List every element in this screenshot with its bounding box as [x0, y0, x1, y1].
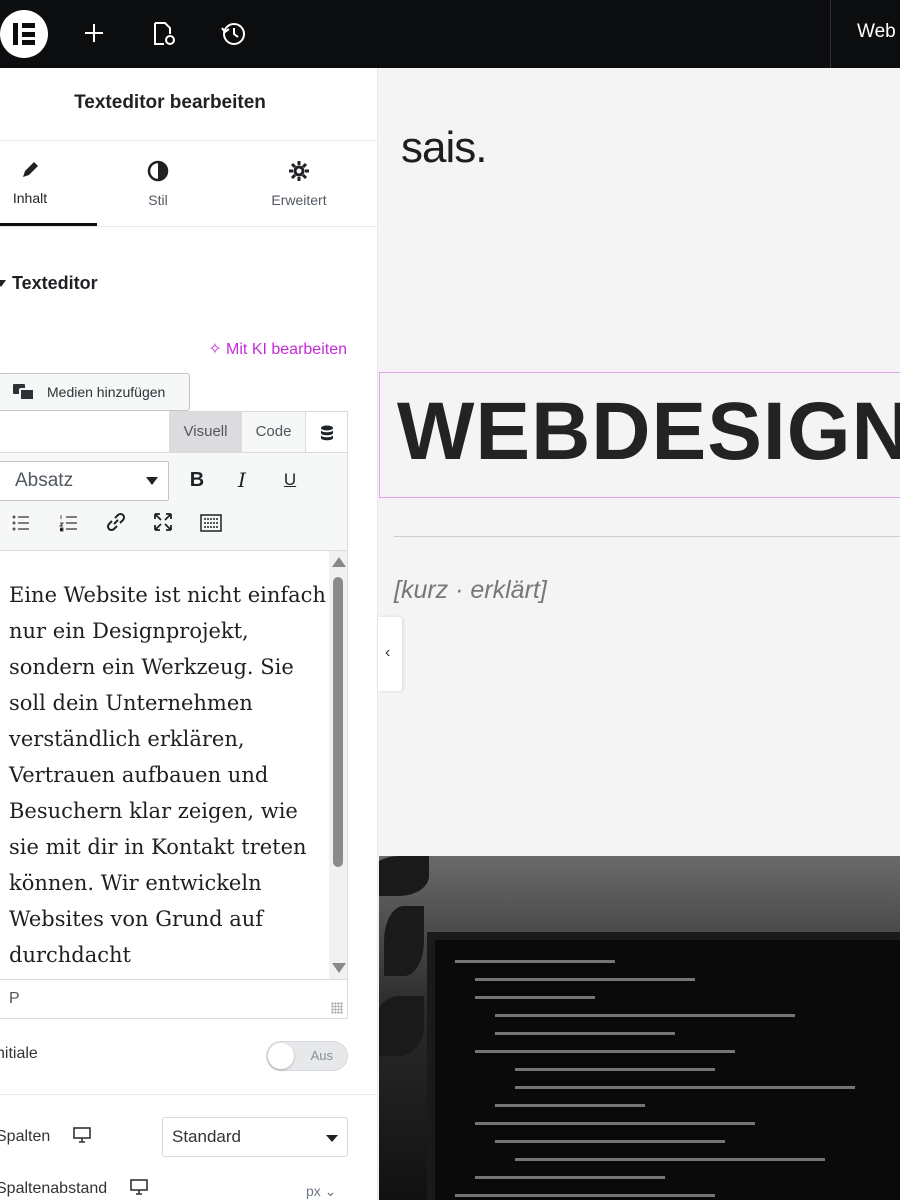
editor-scrollbar[interactable] [329, 551, 347, 979]
collapse-panel-button[interactable]: ‹ [378, 617, 402, 691]
top-bar: Web [0, 0, 900, 68]
underline-button[interactable]: U [275, 465, 305, 495]
sparkle-icon: ✧ [208, 341, 227, 358]
tab-label: Inhalt [12, 190, 48, 206]
pencil-icon [23, 162, 38, 177]
toolbar-toggle-icon[interactable] [196, 511, 226, 541]
preview-canvas: sais. WEBDESIGN [kurz · erklärt] [379, 68, 900, 1200]
editor-toolbar: Absatz B I U [0, 453, 347, 551]
media-icon [13, 384, 35, 401]
bold-button[interactable]: B [182, 465, 212, 495]
initiale-label: nitiale [0, 1045, 38, 1062]
section-texteditor[interactable]: Texteditor [0, 273, 98, 294]
link-icon[interactable] [101, 511, 131, 541]
tab-label: Erweitert [271, 192, 327, 208]
bullet-list-icon[interactable] [6, 511, 36, 541]
divider [0, 226, 377, 227]
database-icon [320, 425, 333, 441]
half-circle-icon [147, 160, 169, 182]
panel-title: Texteditor bearbeiten [74, 92, 266, 113]
scroll-down-icon[interactable] [332, 963, 346, 973]
unit-select[interactable]: px ⌄ [306, 1183, 336, 1200]
desktop-icon[interactable] [129, 1179, 148, 1195]
chevron-down-icon [326, 1135, 338, 1142]
italic-button[interactable]: I [227, 465, 257, 495]
chevron-down-icon [146, 477, 158, 485]
divider [0, 1094, 377, 1095]
editor-mode-tabs: Visuell Code [169, 411, 348, 453]
toggle-knob [268, 1043, 294, 1069]
spalten-label: Spalten [0, 1127, 91, 1146]
desktop-icon[interactable] [72, 1127, 91, 1143]
spalten-select-value: Standard [172, 1127, 241, 1146]
ai-edit-label: Mit KI bearbeiten [226, 341, 347, 358]
document-title[interactable]: Web [857, 21, 896, 43]
scroll-up-icon[interactable] [332, 557, 346, 567]
site-logo[interactable]: sais. [401, 123, 487, 173]
resize-handle[interactable] [331, 1002, 343, 1014]
format-select-value: Absatz [15, 470, 74, 491]
gear-icon [289, 161, 309, 181]
dynamic-tags-button[interactable] [305, 411, 348, 453]
divider [0, 140, 377, 141]
caret-down-icon [0, 280, 6, 287]
topbar-divider [830, 0, 831, 68]
plant-leaf [384, 906, 424, 976]
add-media-label: Medien hinzufügen [47, 384, 166, 400]
plus-icon[interactable] [81, 20, 109, 48]
text-editor: Absatz B I U Eine Website ist nicht einf [0, 452, 348, 1019]
format-select[interactable]: Absatz [0, 461, 169, 501]
spalten-select[interactable]: Standard [162, 1117, 348, 1157]
tab-code[interactable]: Code [241, 411, 306, 453]
editor-content[interactable]: Eine Website ist nicht einfach nur ein D… [0, 551, 329, 979]
subtitle[interactable]: [kurz · erklärt] [394, 576, 547, 605]
ai-edit-link[interactable]: ✧ Mit KI bearbeiten [208, 339, 347, 359]
monitor [427, 932, 900, 1200]
spalten-label-text: Spalten [0, 1128, 51, 1145]
plant-leaf [379, 856, 429, 896]
add-media-button[interactable]: Medien hinzufügen [0, 373, 190, 411]
scrollbar-thumb[interactable] [333, 577, 343, 867]
plant-leaf [379, 996, 424, 1056]
tab-visual[interactable]: Visuell [169, 411, 242, 453]
editor-panel: Texteditor bearbeiten Inhalt Stil Erweit… [0, 68, 378, 1200]
selected-widget[interactable]: WEBDESIGN [379, 372, 900, 498]
initiale-toggle[interactable]: Aus [266, 1041, 348, 1071]
tab-inhalt[interactable]: Inhalt [0, 160, 60, 206]
toggle-state: Aus [310, 1048, 333, 1063]
tab-label: Stil [148, 192, 168, 208]
element-path: P [0, 979, 347, 1018]
tab-stil[interactable]: Stil [130, 160, 186, 208]
tab-erweitert[interactable]: Erweitert [262, 160, 336, 208]
elementor-logo-icon[interactable] [0, 10, 48, 58]
section-title: Texteditor [12, 273, 98, 293]
spaltenabstand-label-text: Spaltenabstand [0, 1180, 108, 1197]
spaltenabstand-label: Spaltenabstand [0, 1179, 148, 1198]
divider [394, 536, 900, 537]
page-settings-icon[interactable] [150, 20, 178, 48]
fullscreen-icon[interactable] [148, 511, 178, 541]
headline[interactable]: WEBDESIGN [397, 385, 900, 479]
numbered-list-icon[interactable] [54, 511, 84, 541]
chevron-left-icon: ‹ [385, 644, 391, 661]
hero-image[interactable] [379, 856, 900, 1200]
history-icon[interactable] [220, 20, 248, 48]
element-path-label: P [9, 990, 20, 1007]
